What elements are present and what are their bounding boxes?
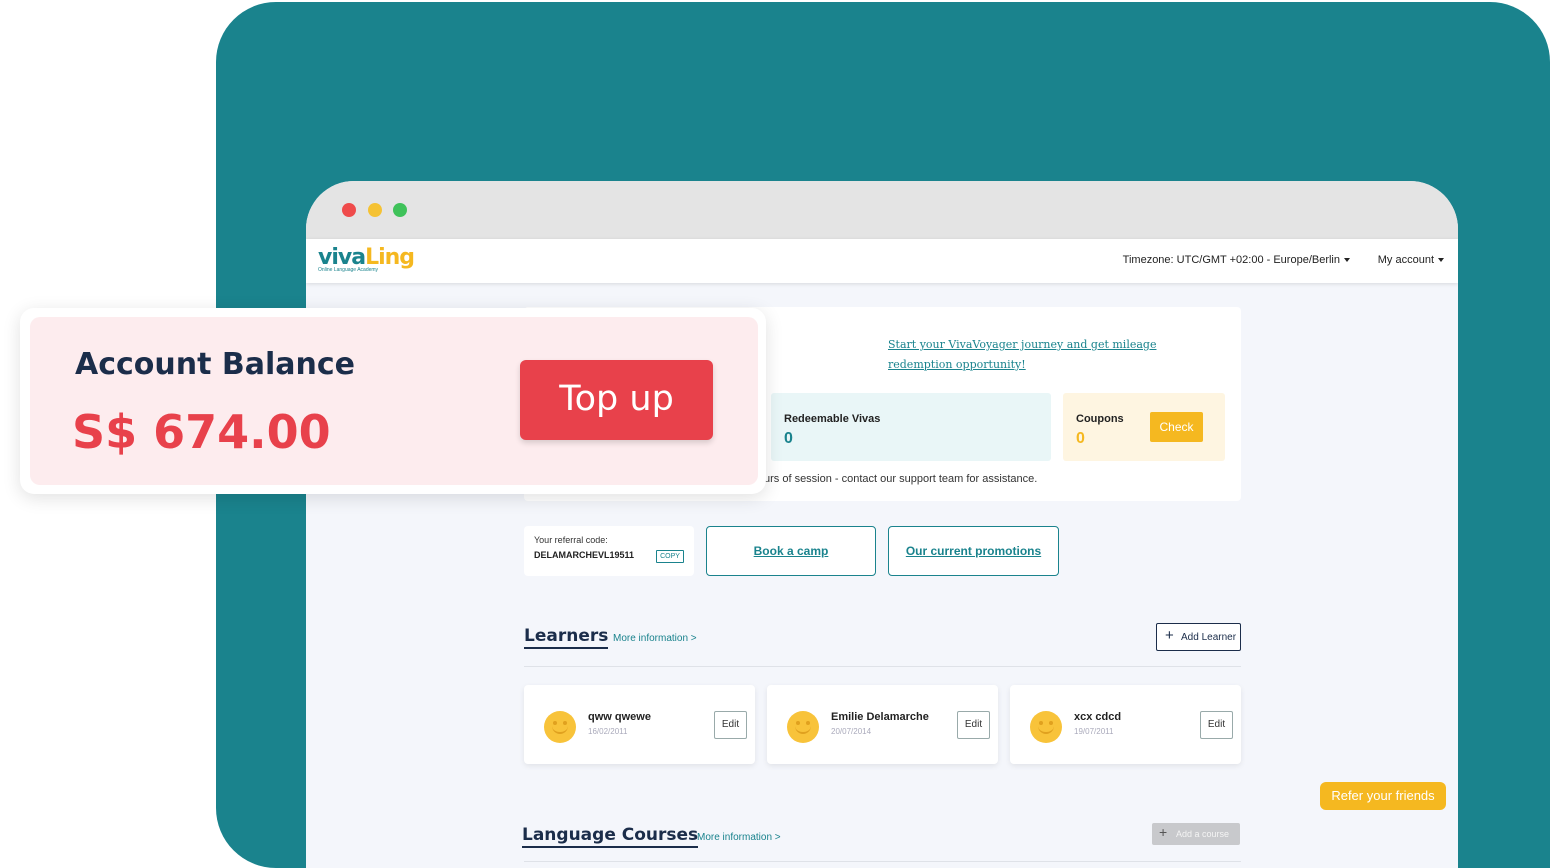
top-navbar: vivaLing Online Language Academy Timezon… bbox=[306, 239, 1458, 283]
coupons-label: Coupons bbox=[1076, 413, 1124, 425]
courses-more-info-link[interactable]: More information > bbox=[697, 832, 781, 843]
add-course-label: Add a course bbox=[1176, 829, 1230, 839]
caret-down-icon bbox=[1438, 258, 1444, 263]
coupons-box: Coupons 0 Check bbox=[1063, 393, 1225, 461]
learner-name: qww qwewe bbox=[588, 711, 651, 723]
timezone-dropdown[interactable]: Timezone: UTC/GMT +02:00 - Europe/Berlin bbox=[1123, 254, 1350, 266]
learner-birthdate: 16/02/2011 bbox=[588, 727, 628, 736]
account-balance-panel: Account Balance S$ 674.00 Top up bbox=[30, 317, 758, 485]
learners-title: Learners bbox=[524, 626, 609, 649]
learner-name: Emilie Delamarche bbox=[831, 711, 929, 723]
learners-divider bbox=[524, 666, 1241, 667]
coupons-value: 0 bbox=[1076, 430, 1085, 447]
vivavoyager-link[interactable]: Start your VivaVoyager journey and get m… bbox=[888, 335, 1208, 375]
vivas-value: 0 bbox=[784, 430, 793, 447]
add-learner-button[interactable]: + Add Learner bbox=[1156, 623, 1241, 651]
caret-down-icon bbox=[1344, 258, 1350, 263]
top-up-button[interactable]: Top up bbox=[520, 360, 713, 440]
vivaling-logo[interactable]: vivaLing Online Language Academy bbox=[318, 245, 418, 277]
edit-learner-button[interactable]: Edit bbox=[714, 711, 747, 739]
referral-code-card: Your referral code: DELAMARCHEVL19511 CO… bbox=[524, 526, 694, 576]
referral-label: Your referral code: bbox=[534, 535, 608, 545]
learner-card: qww qwewe 16/02/2011 Edit bbox=[524, 685, 755, 764]
edit-learner-button[interactable]: Edit bbox=[957, 711, 990, 739]
my-account-dropdown[interactable]: My account bbox=[1378, 254, 1444, 266]
smiley-avatar-icon bbox=[544, 711, 576, 743]
edit-learner-button[interactable]: Edit bbox=[1200, 711, 1233, 739]
referral-code: DELAMARCHEVL19511 bbox=[534, 550, 635, 560]
plus-icon: + bbox=[1159, 824, 1168, 840]
timezone-label: Timezone: UTC/GMT +02:00 - Europe/Berlin bbox=[1122, 254, 1340, 266]
plus-icon: + bbox=[1165, 627, 1174, 644]
account-balance-value: S$ 674.00 bbox=[72, 405, 331, 459]
current-promotions-button[interactable]: Our current promotions bbox=[888, 526, 1059, 576]
my-account-label: My account bbox=[1377, 254, 1434, 266]
redeemable-vivas-box: Redeemable Vivas 0 bbox=[771, 393, 1051, 461]
support-notice: urs of session - contact our support tea… bbox=[764, 473, 1038, 485]
maximize-window-dot[interactable] bbox=[393, 203, 407, 217]
add-course-button[interactable]: + Add a course bbox=[1152, 823, 1240, 845]
learner-birthdate: 19/07/2011 bbox=[1074, 727, 1114, 736]
close-window-dot[interactable] bbox=[342, 203, 356, 217]
account-balance-callout: Account Balance S$ 674.00 Top up bbox=[20, 308, 766, 494]
refer-friends-button[interactable]: Refer your friends bbox=[1320, 782, 1446, 810]
learners-more-info-link[interactable]: More information > bbox=[613, 633, 697, 644]
stage: vivaLing Online Language Academy Timezon… bbox=[0, 0, 1552, 868]
learner-card: xcx cdcd 19/07/2011 Edit bbox=[1010, 685, 1241, 764]
learner-card: Emilie Delamarche 20/07/2014 Edit bbox=[767, 685, 998, 764]
learner-name: xcx cdcd bbox=[1074, 711, 1122, 723]
browser-titlebar bbox=[306, 181, 1458, 239]
account-balance-title: Account Balance bbox=[75, 347, 356, 382]
vivas-label: Redeemable Vivas bbox=[784, 413, 881, 425]
courses-divider bbox=[524, 861, 1241, 862]
browser-window: vivaLing Online Language Academy Timezon… bbox=[306, 181, 1458, 868]
smiley-avatar-icon bbox=[787, 711, 819, 743]
check-coupons-button[interactable]: Check bbox=[1150, 412, 1203, 442]
language-courses-title: Language Courses bbox=[522, 825, 699, 848]
book-camp-button[interactable]: Book a camp bbox=[706, 526, 876, 576]
add-learner-label: Add Learner bbox=[1181, 632, 1237, 643]
learner-birthdate: 20/07/2014 bbox=[831, 727, 872, 736]
copy-referral-button[interactable]: COPY bbox=[656, 550, 684, 563]
minimize-window-dot[interactable] bbox=[368, 203, 382, 217]
smiley-avatar-icon bbox=[1030, 711, 1062, 743]
